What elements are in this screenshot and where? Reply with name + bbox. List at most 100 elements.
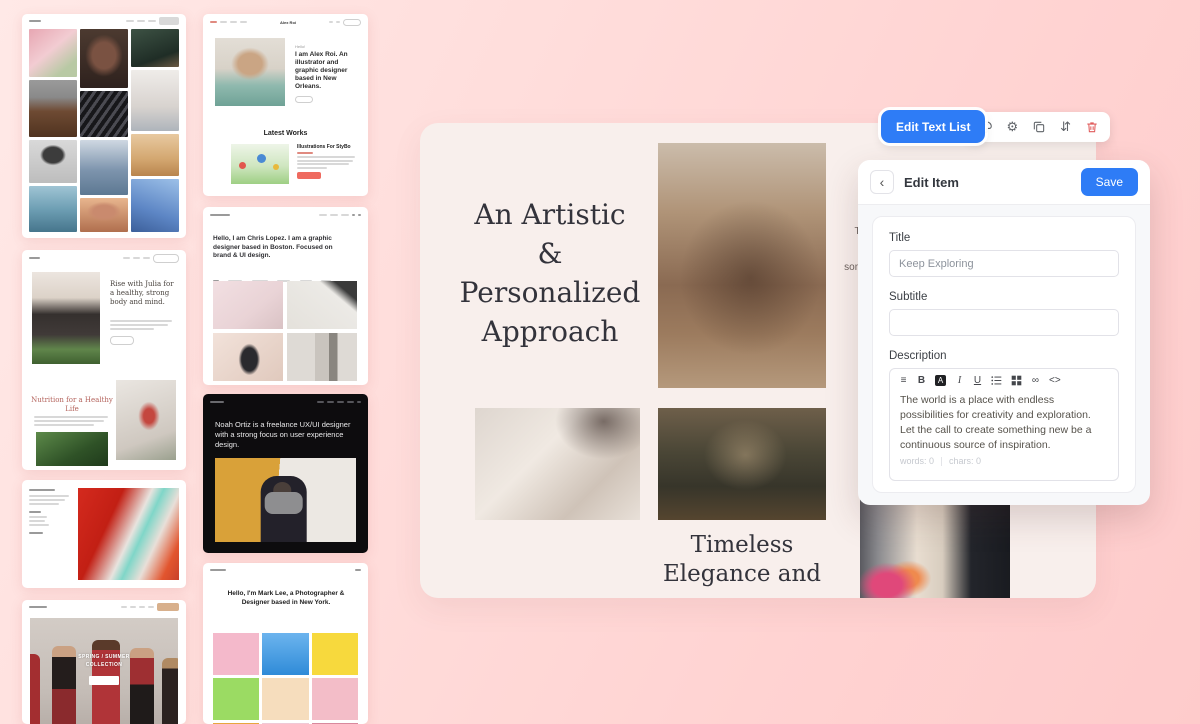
font-color-icon[interactable]: A bbox=[935, 375, 946, 386]
couple-embrace-photo[interactable] bbox=[658, 143, 826, 388]
button-placeholder bbox=[159, 17, 179, 25]
canvas-caption: Timeless Elegance and bbox=[636, 531, 848, 589]
portrait-photo bbox=[29, 80, 77, 137]
noah-photo bbox=[215, 458, 356, 542]
gear-icon[interactable]: ⚙ bbox=[1003, 118, 1021, 136]
button-placeholder bbox=[295, 96, 313, 103]
panel-header: ‹ Edit Item Save bbox=[858, 160, 1150, 205]
edit-item-form-card: Title Subtitle Description ≡ B A I U bbox=[872, 216, 1136, 493]
alex-intro: I am Alex Roi. An illustrator and graphi… bbox=[295, 51, 359, 91]
template-thumb-chris-lopez[interactable]: Hello, I am Chris Lopez. I am a graphic … bbox=[203, 207, 368, 385]
button-placeholder bbox=[89, 676, 119, 685]
save-button[interactable]: Save bbox=[1081, 168, 1138, 196]
template-thumb-noah-ortiz[interactable]: Noah Ortiz is a freelance UX/UI designer… bbox=[203, 394, 368, 553]
portrait-photo bbox=[80, 198, 128, 232]
title-input[interactable] bbox=[889, 250, 1119, 277]
widget-toolbar: ⚙ ⇵ bbox=[968, 112, 1110, 142]
work-photo bbox=[262, 678, 308, 720]
headline-line: An Artistic bbox=[448, 195, 652, 234]
portrait-photo bbox=[80, 29, 128, 88]
text-placeholder-block bbox=[29, 489, 73, 534]
logo-placeholder bbox=[29, 257, 40, 259]
work-photo bbox=[312, 678, 358, 720]
button-placeholder bbox=[297, 172, 321, 179]
bold-icon[interactable]: B bbox=[917, 376, 926, 386]
template-thumb-julia[interactable]: Rise with Julia for a healthy, strong bo… bbox=[22, 250, 186, 470]
template-thumb-mark-lee[interactable]: Hello, I'm Mark Lee, a Photographer & De… bbox=[203, 563, 368, 724]
button-placeholder bbox=[110, 336, 134, 345]
editor-toolbar: ≡ B A I U ∞ <> bbox=[890, 369, 1118, 388]
work-photo bbox=[213, 678, 259, 720]
text-placeholder bbox=[133, 257, 140, 259]
template-thumb-abstract[interactable] bbox=[22, 480, 186, 588]
headline-line: & bbox=[448, 234, 652, 273]
title-label: Title bbox=[889, 232, 1119, 244]
alex-work-title: Illustrations For StyBo bbox=[297, 144, 359, 150]
char-count: chars: 0 bbox=[949, 456, 981, 466]
portrait-photo bbox=[131, 29, 179, 67]
logo-placeholder bbox=[29, 606, 47, 608]
caption-line: Elegance and bbox=[636, 560, 848, 589]
menu-placeholder bbox=[355, 569, 361, 571]
underline-icon[interactable]: U bbox=[973, 376, 982, 386]
alex-work-illustration bbox=[231, 144, 289, 184]
button-placeholder bbox=[157, 603, 179, 611]
edit-text-list-button[interactable]: Edit Text List bbox=[881, 110, 985, 143]
thumb-header: Alex Roi bbox=[203, 14, 368, 30]
editor-footer: words: 0 chars: 0 bbox=[890, 452, 1118, 470]
delete-icon[interactable] bbox=[1083, 118, 1101, 136]
canvas-headline: An Artistic & Personalized Approach bbox=[448, 195, 652, 351]
noah-intro: Noah Ortiz is a freelance UX/UI designer… bbox=[215, 420, 351, 450]
text-placeholder bbox=[29, 20, 41, 22]
back-button[interactable]: ‹ bbox=[870, 170, 894, 194]
list-icon[interactable] bbox=[991, 375, 1002, 386]
table-icon[interactable] bbox=[1011, 375, 1022, 386]
text-placeholder-block bbox=[110, 320, 174, 330]
code-icon[interactable]: <> bbox=[1049, 376, 1061, 386]
fashion-overlay-line2: COLLECTION bbox=[30, 662, 178, 669]
logo-placeholder bbox=[210, 214, 230, 216]
panel-title: Edit Item bbox=[904, 175, 959, 190]
thumb-header bbox=[22, 14, 186, 28]
template-thumb-alex-roi[interactable]: Alex Roi Hello! I am Alex Roi. An illust… bbox=[203, 14, 368, 196]
portrait-photo bbox=[131, 179, 179, 232]
alex-work-text: Illustrations For StyBo bbox=[297, 144, 359, 179]
fashion-overlay-line1: SPRING / SUMMER bbox=[30, 654, 178, 661]
text-placeholder bbox=[148, 20, 156, 22]
hands-ring-photo[interactable] bbox=[475, 408, 640, 520]
duplicate-icon[interactable] bbox=[1030, 118, 1048, 136]
text-placeholder bbox=[126, 20, 134, 22]
description-textarea[interactable]: The world is a place with endless possib… bbox=[890, 388, 1118, 452]
couple-landscape-photo[interactable] bbox=[658, 408, 826, 520]
thumb-header bbox=[22, 250, 186, 266]
portrait-photo bbox=[80, 91, 128, 137]
portrait-photo bbox=[131, 70, 179, 131]
greens-photo bbox=[36, 432, 108, 466]
bride-groom-photo[interactable] bbox=[860, 490, 1010, 598]
description-label: Description bbox=[889, 350, 1119, 362]
align-icon[interactable]: ≡ bbox=[899, 376, 908, 386]
headline-line: Personalized bbox=[448, 273, 652, 312]
button-placeholder bbox=[153, 254, 179, 263]
portrait-photo bbox=[80, 140, 128, 195]
caption-line: Timeless bbox=[636, 531, 848, 560]
link-icon[interactable]: ∞ bbox=[1031, 376, 1040, 386]
footer-divider bbox=[941, 457, 942, 466]
chris-intro: Hello, I am Chris Lopez. I am a graphic … bbox=[213, 235, 341, 261]
template-thumb-fashion[interactable]: SPRING / SUMMER COLLECTION bbox=[22, 600, 186, 724]
work-photo bbox=[287, 333, 357, 381]
work-photo bbox=[287, 281, 357, 329]
logo-placeholder bbox=[210, 569, 226, 571]
edit-item-panel: ‹ Edit Item Save Title Subtitle Descript… bbox=[858, 160, 1150, 505]
template-thumb-portrait-grid[interactable] bbox=[22, 14, 186, 238]
subtitle-input[interactable] bbox=[889, 309, 1119, 336]
julia-section-heading: Nutrition for a Healthy Life bbox=[26, 396, 118, 414]
reorder-icon[interactable]: ⇵ bbox=[1057, 118, 1075, 136]
portrait-photo bbox=[29, 29, 77, 77]
panel-body: Title Subtitle Description ≡ B A I U bbox=[858, 205, 1150, 504]
italic-icon[interactable]: I bbox=[955, 376, 964, 386]
mark-intro: Hello, I'm Mark Lee, a Photographer & De… bbox=[221, 589, 351, 607]
colorful-work-grid bbox=[213, 633, 358, 724]
thumb-header bbox=[203, 394, 368, 410]
fashion-hero-photo: SPRING / SUMMER COLLECTION bbox=[30, 618, 178, 724]
